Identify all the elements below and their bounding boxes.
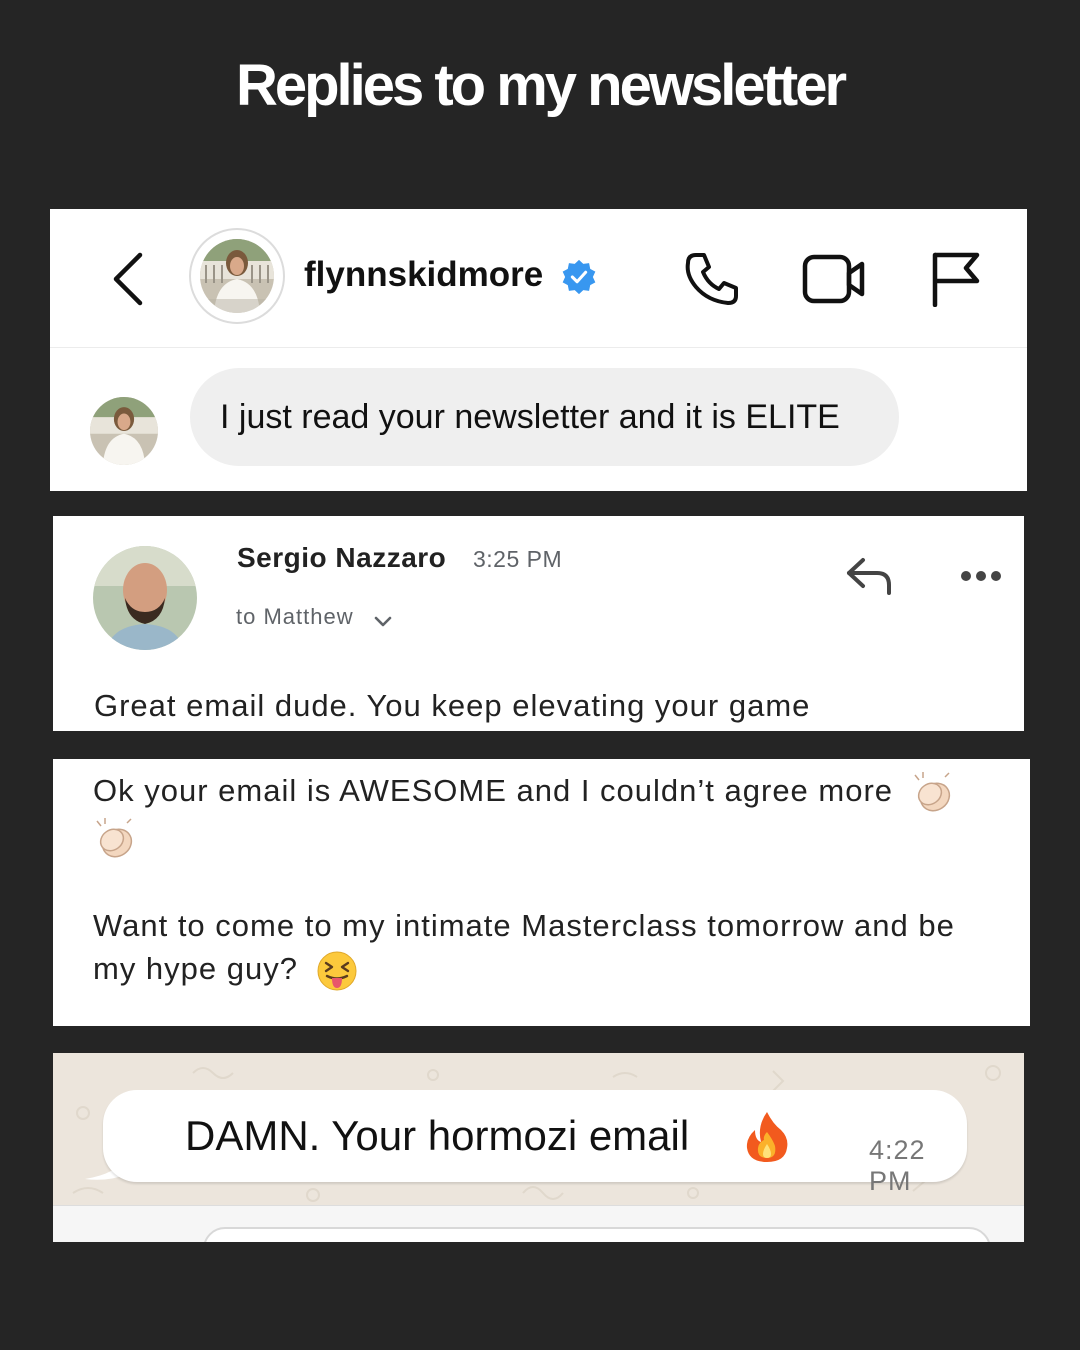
dm-header: flynnskidmore (50, 209, 1027, 348)
chevron-down-icon[interactable] (373, 614, 393, 630)
sent-time: 3:25 PM (473, 546, 563, 572)
message-bubble: I just read your newsletter and it is EL… (190, 368, 899, 466)
verified-icon (562, 259, 596, 295)
clapping-hands-icon (914, 771, 950, 812)
recipient-line[interactable]: to Matthew (236, 604, 354, 630)
more-icon[interactable] (959, 566, 1003, 586)
username[interactable]: flynnskidmore (304, 255, 543, 295)
message-paragraph-2: Want to come to my intimate Masterclass … (93, 904, 993, 992)
instagram-dm-card: flynnskidmore I just read your newslette… (50, 209, 1027, 491)
message-input[interactable] (203, 1227, 991, 1242)
clapping-hands-icon (96, 817, 133, 858)
flag-icon[interactable] (930, 251, 982, 307)
message-avatar[interactable] (90, 397, 158, 465)
tongue-out-face-icon (317, 951, 357, 991)
message-card: Ok your email is AWESOME and I couldn’t … (53, 759, 1030, 1026)
input-bar (53, 1205, 1024, 1242)
message-line-2: Want to come to my intimate Masterclass … (93, 908, 955, 986)
whatsapp-time: 4:22 PM (869, 1135, 926, 1196)
whatsapp-card: DAMN. Your hormozi email 4:22 PM (53, 1053, 1024, 1242)
video-icon[interactable] (802, 251, 866, 307)
phone-icon[interactable] (682, 249, 742, 309)
back-icon[interactable] (110, 251, 150, 307)
sender-avatar (93, 546, 197, 650)
email-card: Sergio Nazzaro 3:25 PM to Matthew Great … (53, 516, 1024, 731)
fire-icon (746, 1112, 788, 1162)
message-paragraph-1: Ok your email is AWESOME and I couldn’t … (93, 769, 993, 861)
whatsapp-bubble: DAMN. Your hormozi email 4:22 PM (103, 1090, 967, 1196)
email-body: Great email dude. You keep elevating you… (94, 688, 811, 723)
whatsapp-message: DAMN. Your hormozi email (185, 1112, 690, 1159)
page-title: Replies to my newsletter (235, 53, 847, 118)
profile-photo (200, 239, 274, 313)
profile-avatar[interactable] (189, 228, 285, 324)
sender-name: Sergio Nazzaro (237, 542, 447, 573)
reply-icon[interactable] (845, 556, 895, 596)
message-line-1: Ok your email is AWESOME and I couldn’t … (93, 773, 894, 808)
